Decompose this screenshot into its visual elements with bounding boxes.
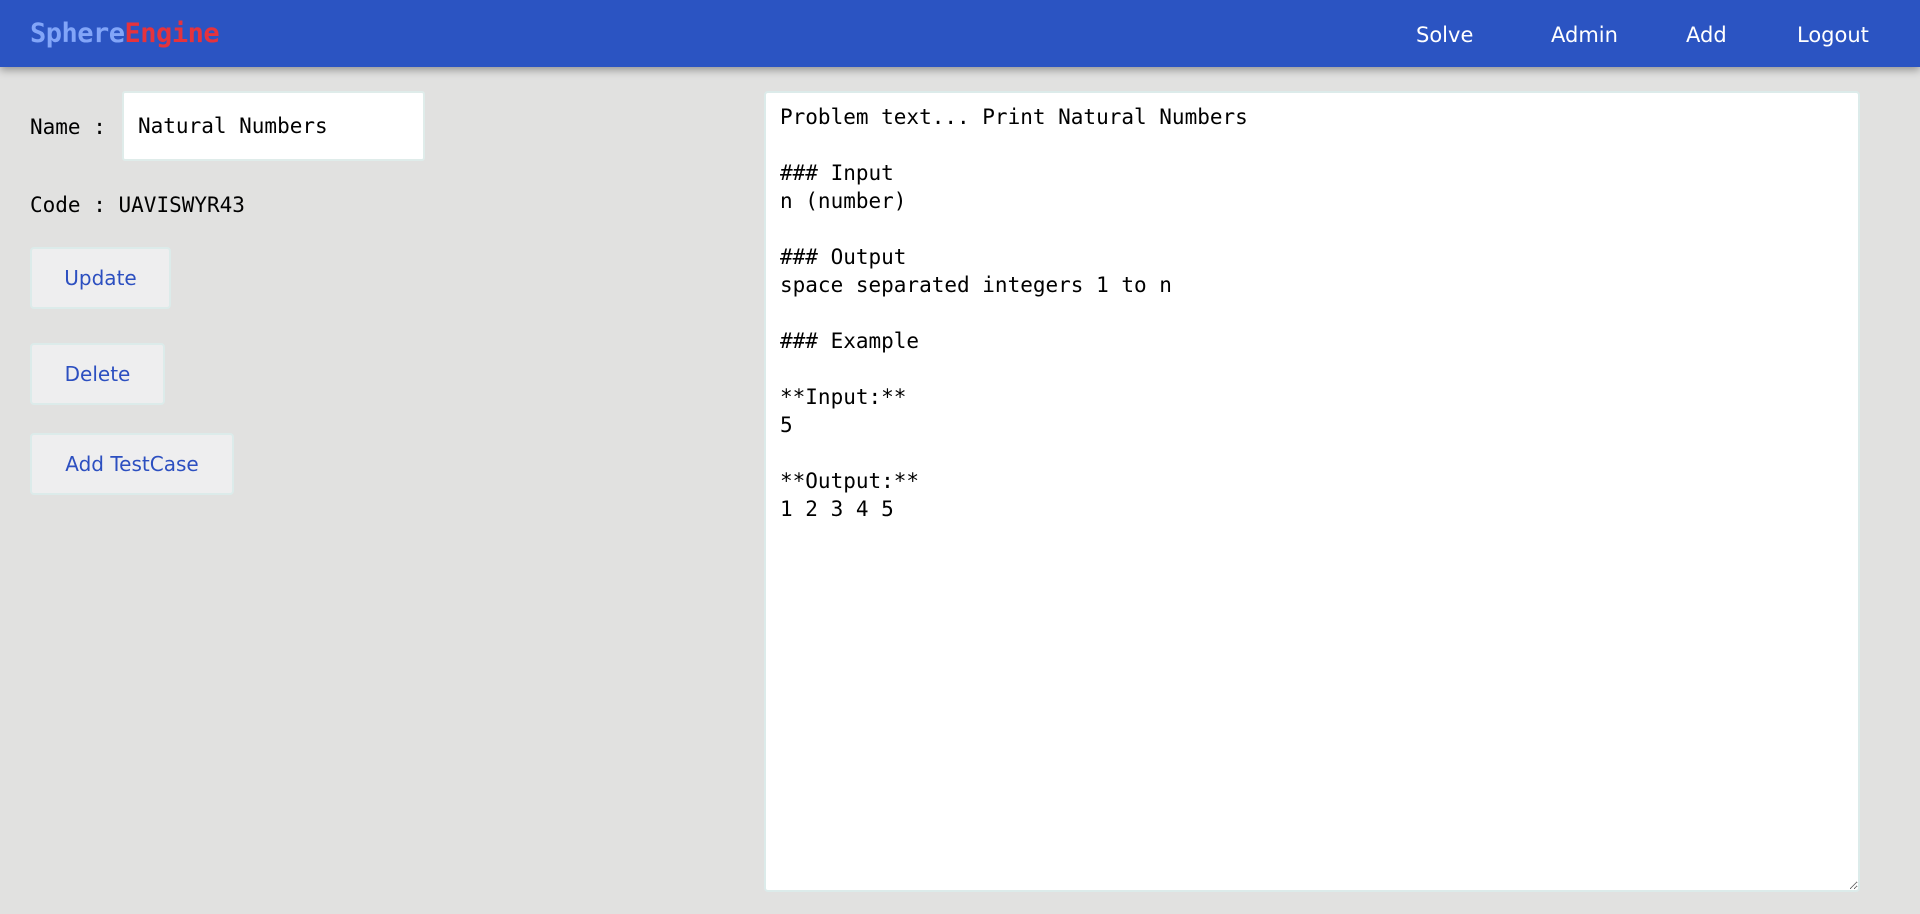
name-label: Name : bbox=[30, 115, 106, 139]
name-input[interactable] bbox=[122, 91, 425, 161]
code-label: Code : bbox=[30, 193, 119, 217]
problem-text-editor[interactable]: Problem text... Print Natural Numbers ##… bbox=[764, 91, 1860, 892]
nav-link-logout[interactable]: Logout bbox=[1797, 21, 1869, 49]
brand-logo-sphere: Sphere bbox=[30, 18, 125, 49]
brand-logo[interactable]: SphereEngine bbox=[30, 17, 220, 51]
nav-link-solve[interactable]: Solve bbox=[1416, 21, 1473, 49]
code-row: Code : UAVISWYR43 bbox=[30, 192, 245, 218]
brand-logo-engine: Engine bbox=[124, 18, 220, 49]
delete-button[interactable]: Delete bbox=[30, 343, 165, 405]
update-button[interactable]: Update bbox=[30, 247, 171, 309]
nav-link-add[interactable]: Add bbox=[1686, 21, 1727, 49]
nav-link-admin[interactable]: Admin bbox=[1551, 21, 1618, 49]
add-testcase-button[interactable]: Add TestCase bbox=[30, 433, 234, 495]
code-value: UAVISWYR43 bbox=[118, 193, 245, 217]
top-navbar: SphereEngine Solve Admin Add Logout bbox=[0, 0, 1920, 67]
